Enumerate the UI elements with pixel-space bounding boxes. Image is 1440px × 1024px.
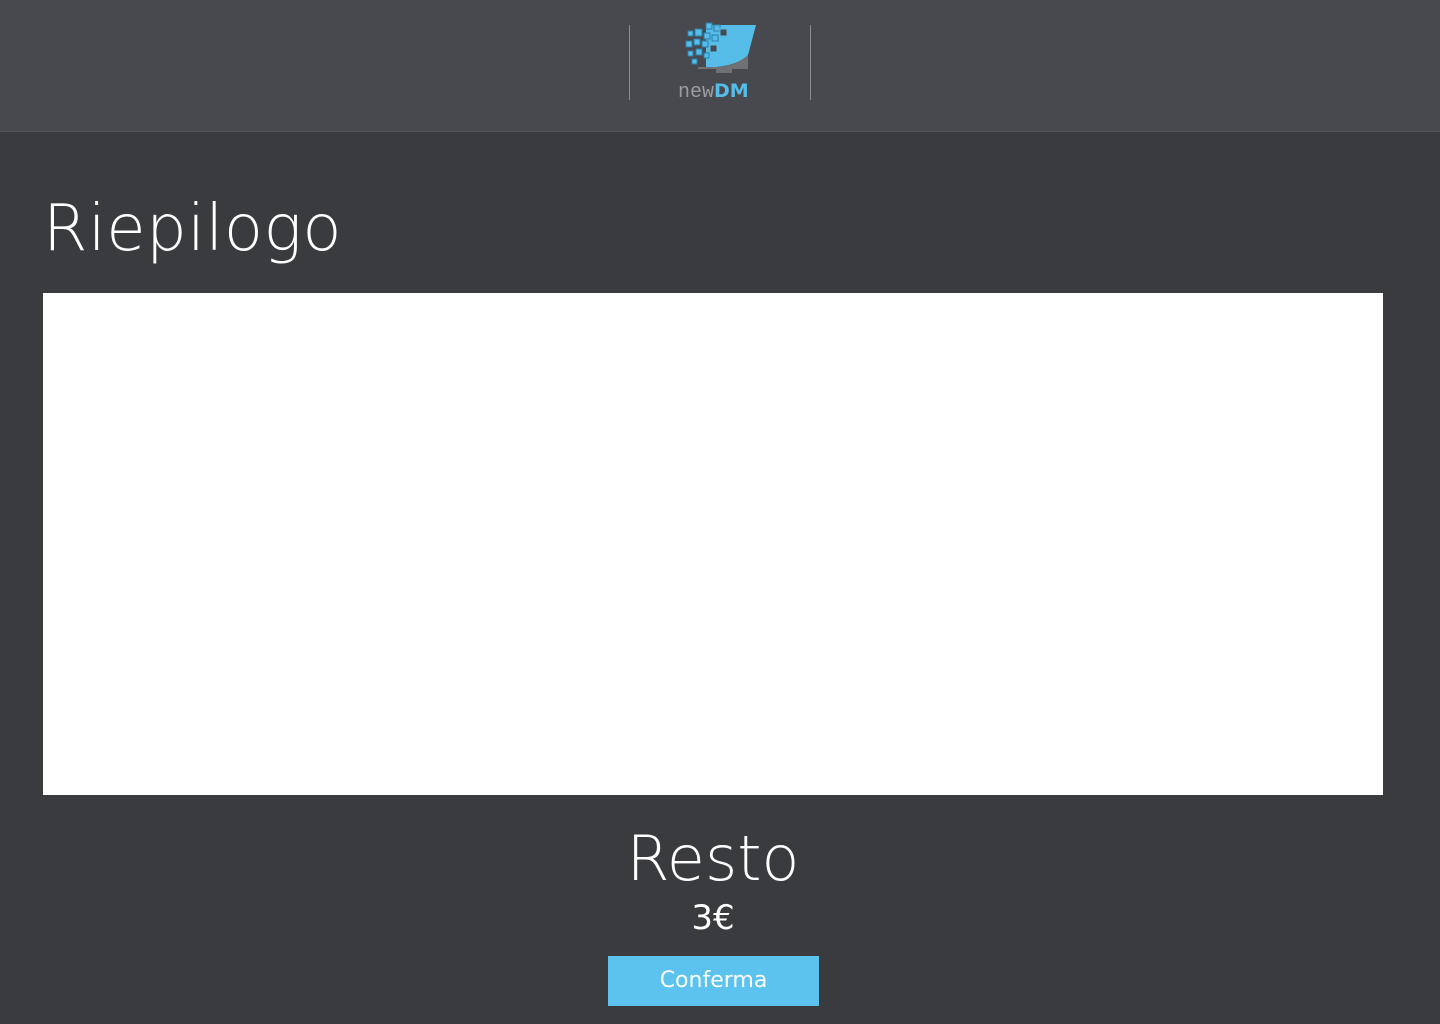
- brand-wordmark-dm: DM: [714, 80, 749, 102]
- change-amount: 3€: [691, 898, 735, 938]
- confirm-button[interactable]: Conferma: [608, 956, 819, 1006]
- monitor-pixels-logo-icon: [685, 22, 756, 73]
- page-title: Riepilogo: [43, 192, 343, 266]
- change-label: Resto: [626, 822, 800, 895]
- brand-wordmark: newDM: [678, 80, 749, 104]
- brand-logo: newDM: [629, 22, 811, 104]
- app-header: newDM: [0, 0, 1440, 132]
- summary-panel: [43, 293, 1383, 795]
- brand-wordmark-new: new: [678, 81, 715, 104]
